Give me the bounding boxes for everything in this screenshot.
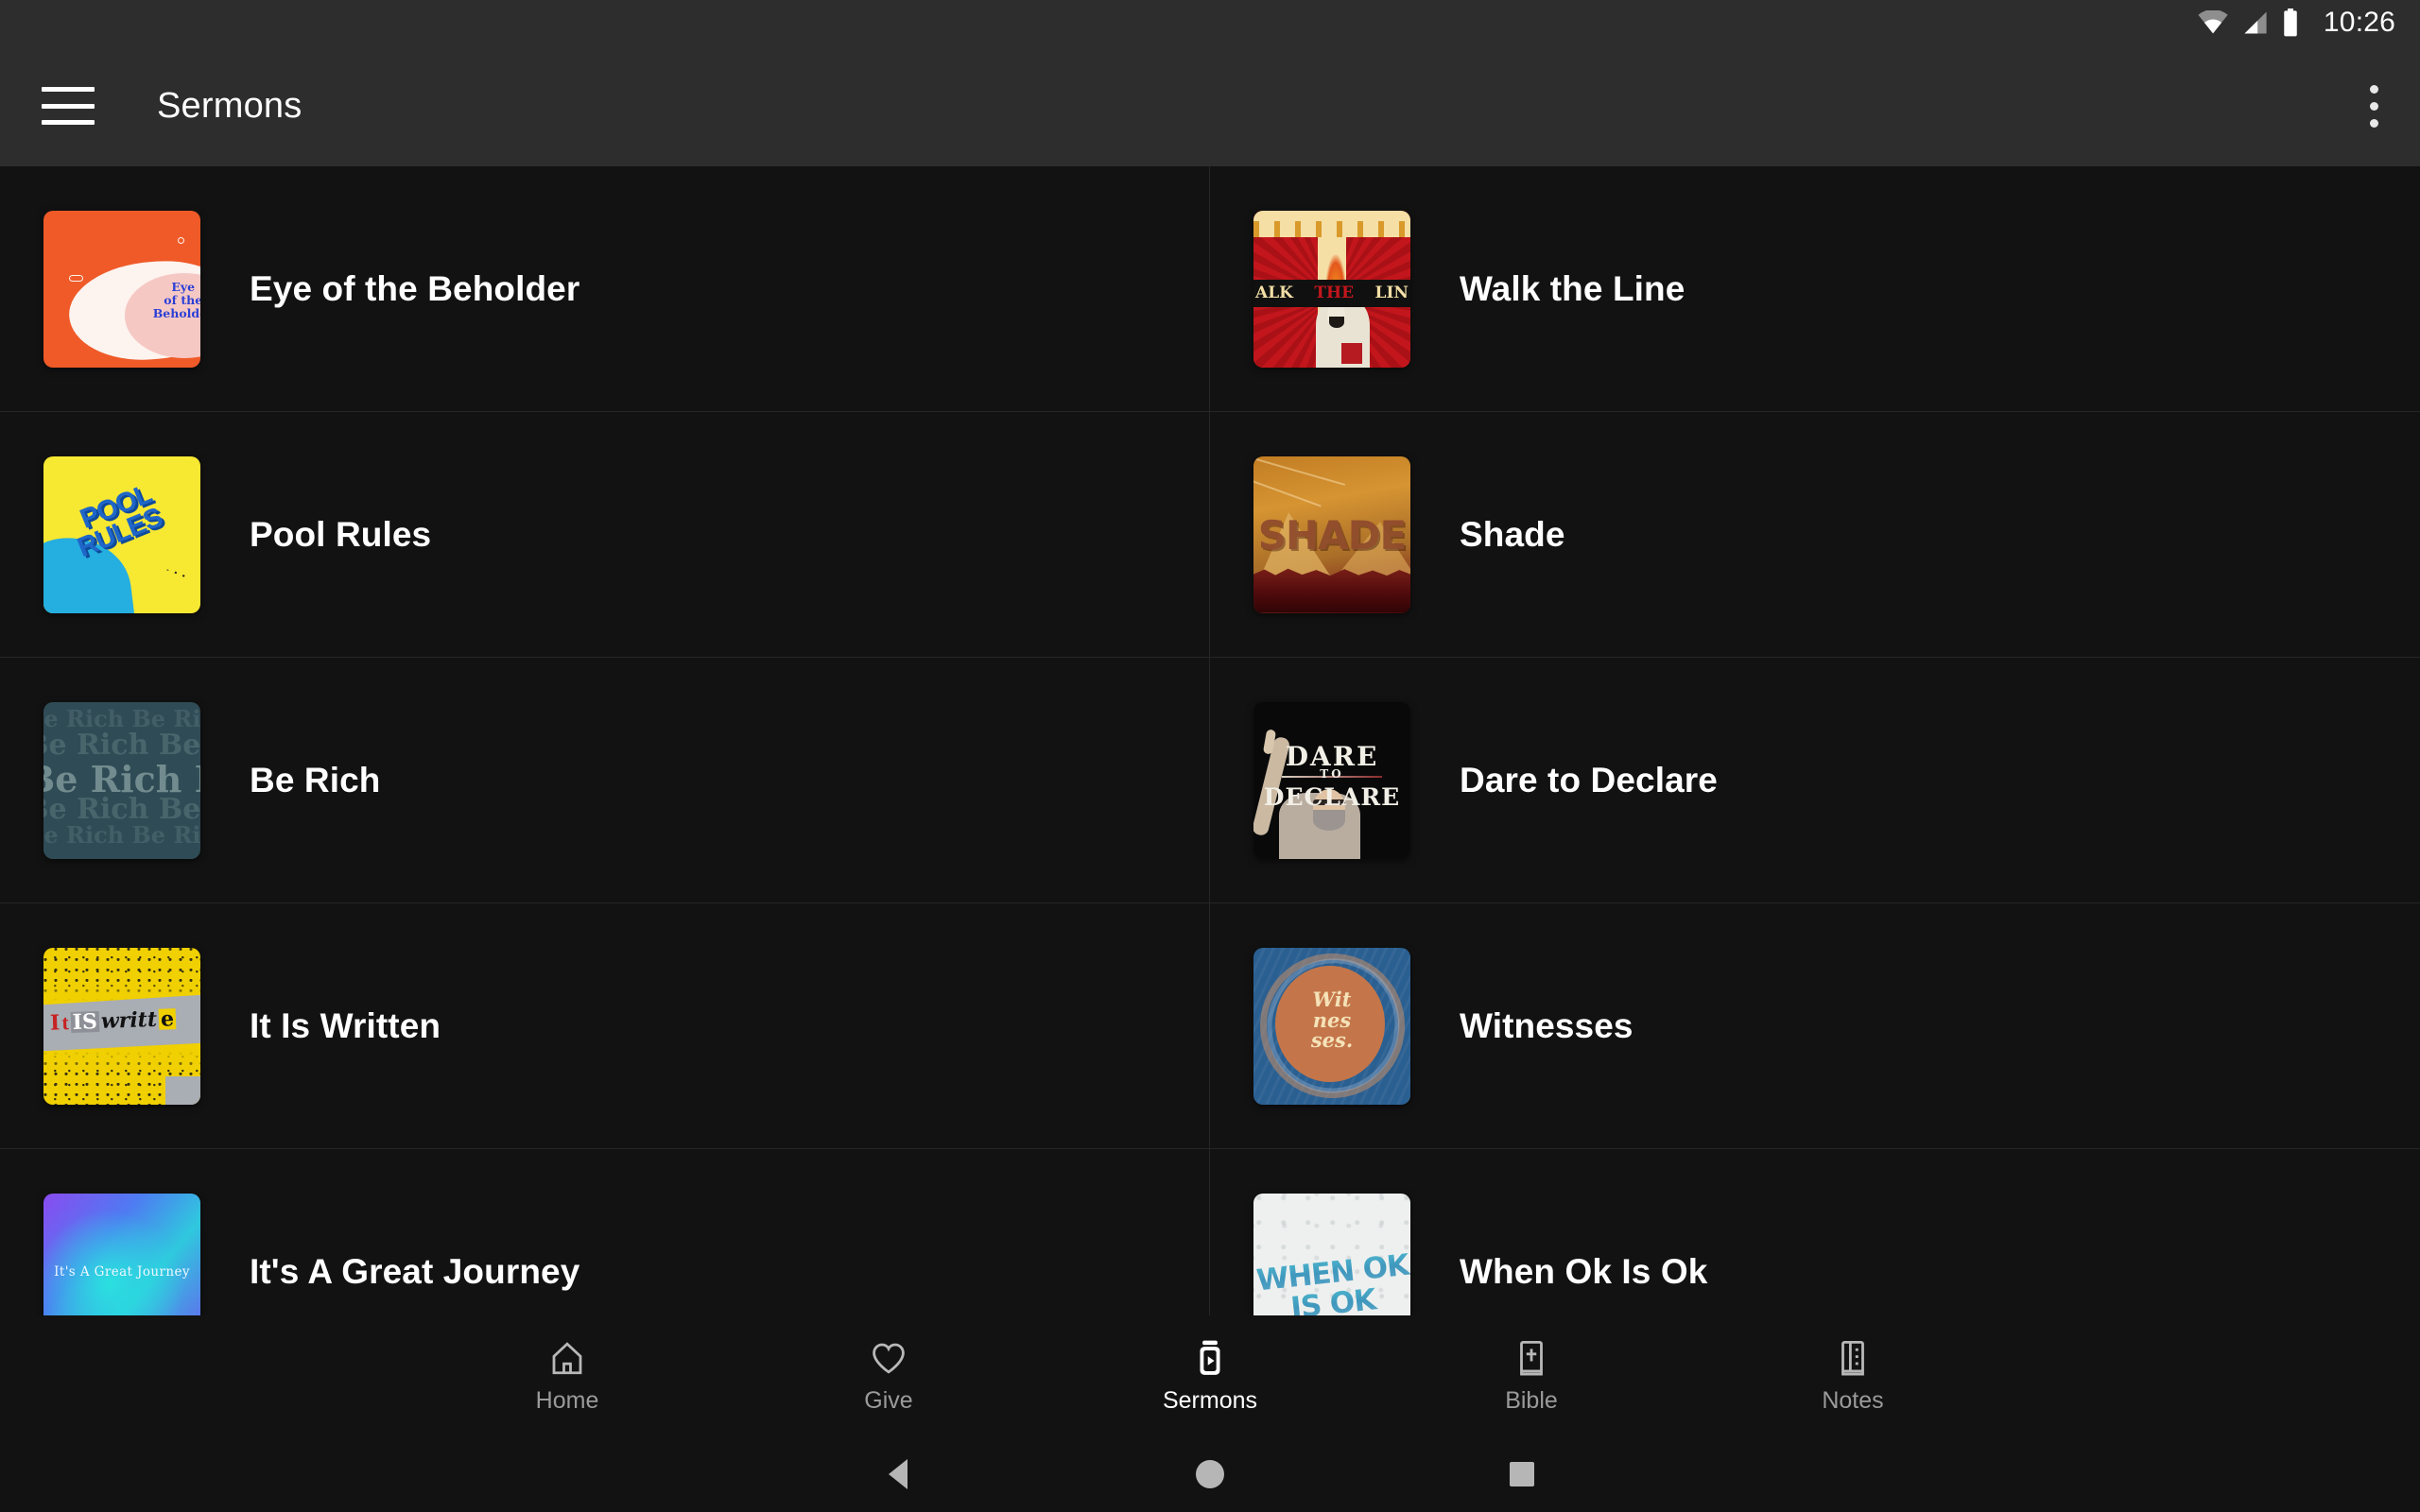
home-circle-icon: [1196, 1460, 1224, 1488]
art-text-line: t: [60, 1009, 69, 1035]
list-item[interactable]: DARE TO DECLARE Dare to Declare: [1210, 658, 2420, 903]
sermon-artwork-when-ok-is-ok: WHEN OK IS OK: [1253, 1193, 1410, 1315]
sermon-artwork-walk-the-line: ALK THE LIN: [1253, 210, 1410, 368]
status-bar-icons: [2197, 9, 2299, 37]
notebook-icon: [1841, 1340, 1864, 1376]
back-button[interactable]: [742, 1459, 1054, 1489]
sermon-title: It Is Written: [250, 1005, 441, 1045]
nav-item-home[interactable]: Home: [406, 1338, 728, 1415]
nav-item-give[interactable]: Give: [728, 1338, 1049, 1415]
home-icon: [552, 1341, 582, 1374]
sermon-artwork-its-a-great-journey: It's A Great Journey: [43, 1193, 200, 1315]
bottom-navigation-bar: Home Give Sermons Bible Notes: [0, 1315, 2420, 1436]
list-item[interactable]: Wit nes ses. Witnesses: [1210, 903, 2420, 1149]
sermon-artwork-it-is-written: I t IS writt e: [43, 947, 200, 1105]
recents-button[interactable]: [1366, 1462, 1678, 1486]
nav-label: Notes: [1822, 1386, 1884, 1414]
nav-label: Give: [864, 1386, 913, 1414]
art-text-line: DECLARE: [1263, 782, 1401, 811]
art-text-line: e: [158, 1006, 177, 1032]
sermons-grid: Eye of the Beholder Eye of the Beholder: [0, 166, 2420, 1315]
sermon-artwork-be-rich: Be Rich Be Rich Be Rich Be Rich Be Rich …: [43, 701, 200, 859]
status-bar: 10:26: [0, 0, 2420, 45]
bible-book-icon: [1520, 1340, 1543, 1376]
page-title: Sermons: [157, 85, 302, 126]
list-item[interactable]: WHEN OK IS OK When Ok Is Ok: [1210, 1149, 2420, 1315]
art-text-line: Be Rich Be Rich Be Rich Be Rich: [43, 728, 200, 762]
art-text-line: LIN: [1374, 284, 1409, 303]
sermon-title: When Ok Is Ok: [1460, 1251, 1708, 1291]
sermon-title: Witnesses: [1460, 1005, 1634, 1045]
art-text-line: Be Rich Be Rich Be Rich Be Rich: [43, 820, 200, 849]
list-item[interactable]: It's A Great Journey It's A Great Journe…: [0, 1149, 1210, 1315]
home-button[interactable]: [1054, 1460, 1366, 1488]
wifi-icon: [2198, 10, 2228, 34]
list-item[interactable]: Be Rich Be Rich Be Rich Be Rich Be Rich …: [0, 658, 1210, 903]
nav-label: Sermons: [1162, 1386, 1258, 1414]
battery-icon: [2284, 9, 2297, 37]
sermon-title: Dare to Declare: [1460, 760, 1718, 799]
art-text-line: I: [49, 1010, 60, 1036]
hamburger-menu-icon[interactable]: [42, 87, 95, 125]
art-text-line: Beholder: [152, 306, 200, 321]
recents-square-icon: [1510, 1462, 1534, 1486]
sermon-title: Be Rich: [250, 760, 381, 799]
sermons-list[interactable]: Eye of the Beholder Eye of the Beholder: [0, 166, 2420, 1315]
more-vertical-icon[interactable]: [2370, 84, 2378, 128]
nav-item-sermons[interactable]: Sermons: [1049, 1338, 1371, 1415]
nav-item-bible[interactable]: Bible: [1371, 1338, 1692, 1415]
list-item[interactable]: I t IS writt e It Is Written: [0, 903, 1210, 1149]
android-system-navigation: [0, 1436, 2420, 1512]
sermon-artwork-witnesses: Wit nes ses.: [1253, 947, 1410, 1105]
art-text-line: SHADE: [1257, 512, 1407, 559]
sermon-title: It's A Great Journey: [250, 1251, 580, 1291]
art-text-line: Eye: [171, 280, 196, 295]
sermon-title: Shade: [1460, 514, 1565, 554]
list-item[interactable]: POOL RULES Pool Rules: [0, 412, 1210, 658]
art-text-line: TO: [1320, 767, 1344, 782]
art-text-line: writt: [99, 1006, 158, 1034]
cellular-signal-icon: [2244, 11, 2267, 34]
app-bar: Sermons: [0, 45, 2420, 166]
back-triangle-icon: [889, 1459, 908, 1489]
list-item[interactable]: SHADE Shade: [1210, 412, 2420, 658]
art-text-line: THE: [1314, 284, 1355, 303]
status-bar-clock: 10:26: [2323, 7, 2395, 38]
art-text-line: ALK: [1255, 284, 1293, 303]
art-text-line: It's A Great Journey: [54, 1263, 190, 1280]
art-text-line: ses.: [1310, 1028, 1354, 1053]
list-item[interactable]: Eye of the Beholder Eye of the Beholder: [0, 166, 1210, 412]
sermon-artwork-dare-to-declare: DARE TO DECLARE: [1253, 701, 1410, 859]
sermon-artwork-eye-of-the-beholder: Eye of the Beholder: [43, 210, 200, 368]
nav-item-notes[interactable]: Notes: [1692, 1338, 2014, 1415]
sermon-artwork-pool-rules: POOL RULES: [43, 455, 200, 613]
heart-icon: [873, 1343, 905, 1374]
sermon-artwork-shade: SHADE: [1253, 455, 1410, 613]
nav-label: Bible: [1505, 1386, 1558, 1414]
art-text-line: of the: [164, 293, 200, 308]
list-item[interactable]: ALK THE LIN Walk the Line: [1210, 166, 2420, 412]
sermon-title: Walk the Line: [1460, 268, 1685, 308]
sermon-title: Pool Rules: [250, 514, 432, 554]
sermon-title: Eye of the Beholder: [250, 268, 580, 308]
video-play-icon: [1200, 1340, 1220, 1375]
nav-label: Home: [535, 1386, 599, 1414]
art-text-line: IS: [69, 1008, 99, 1035]
